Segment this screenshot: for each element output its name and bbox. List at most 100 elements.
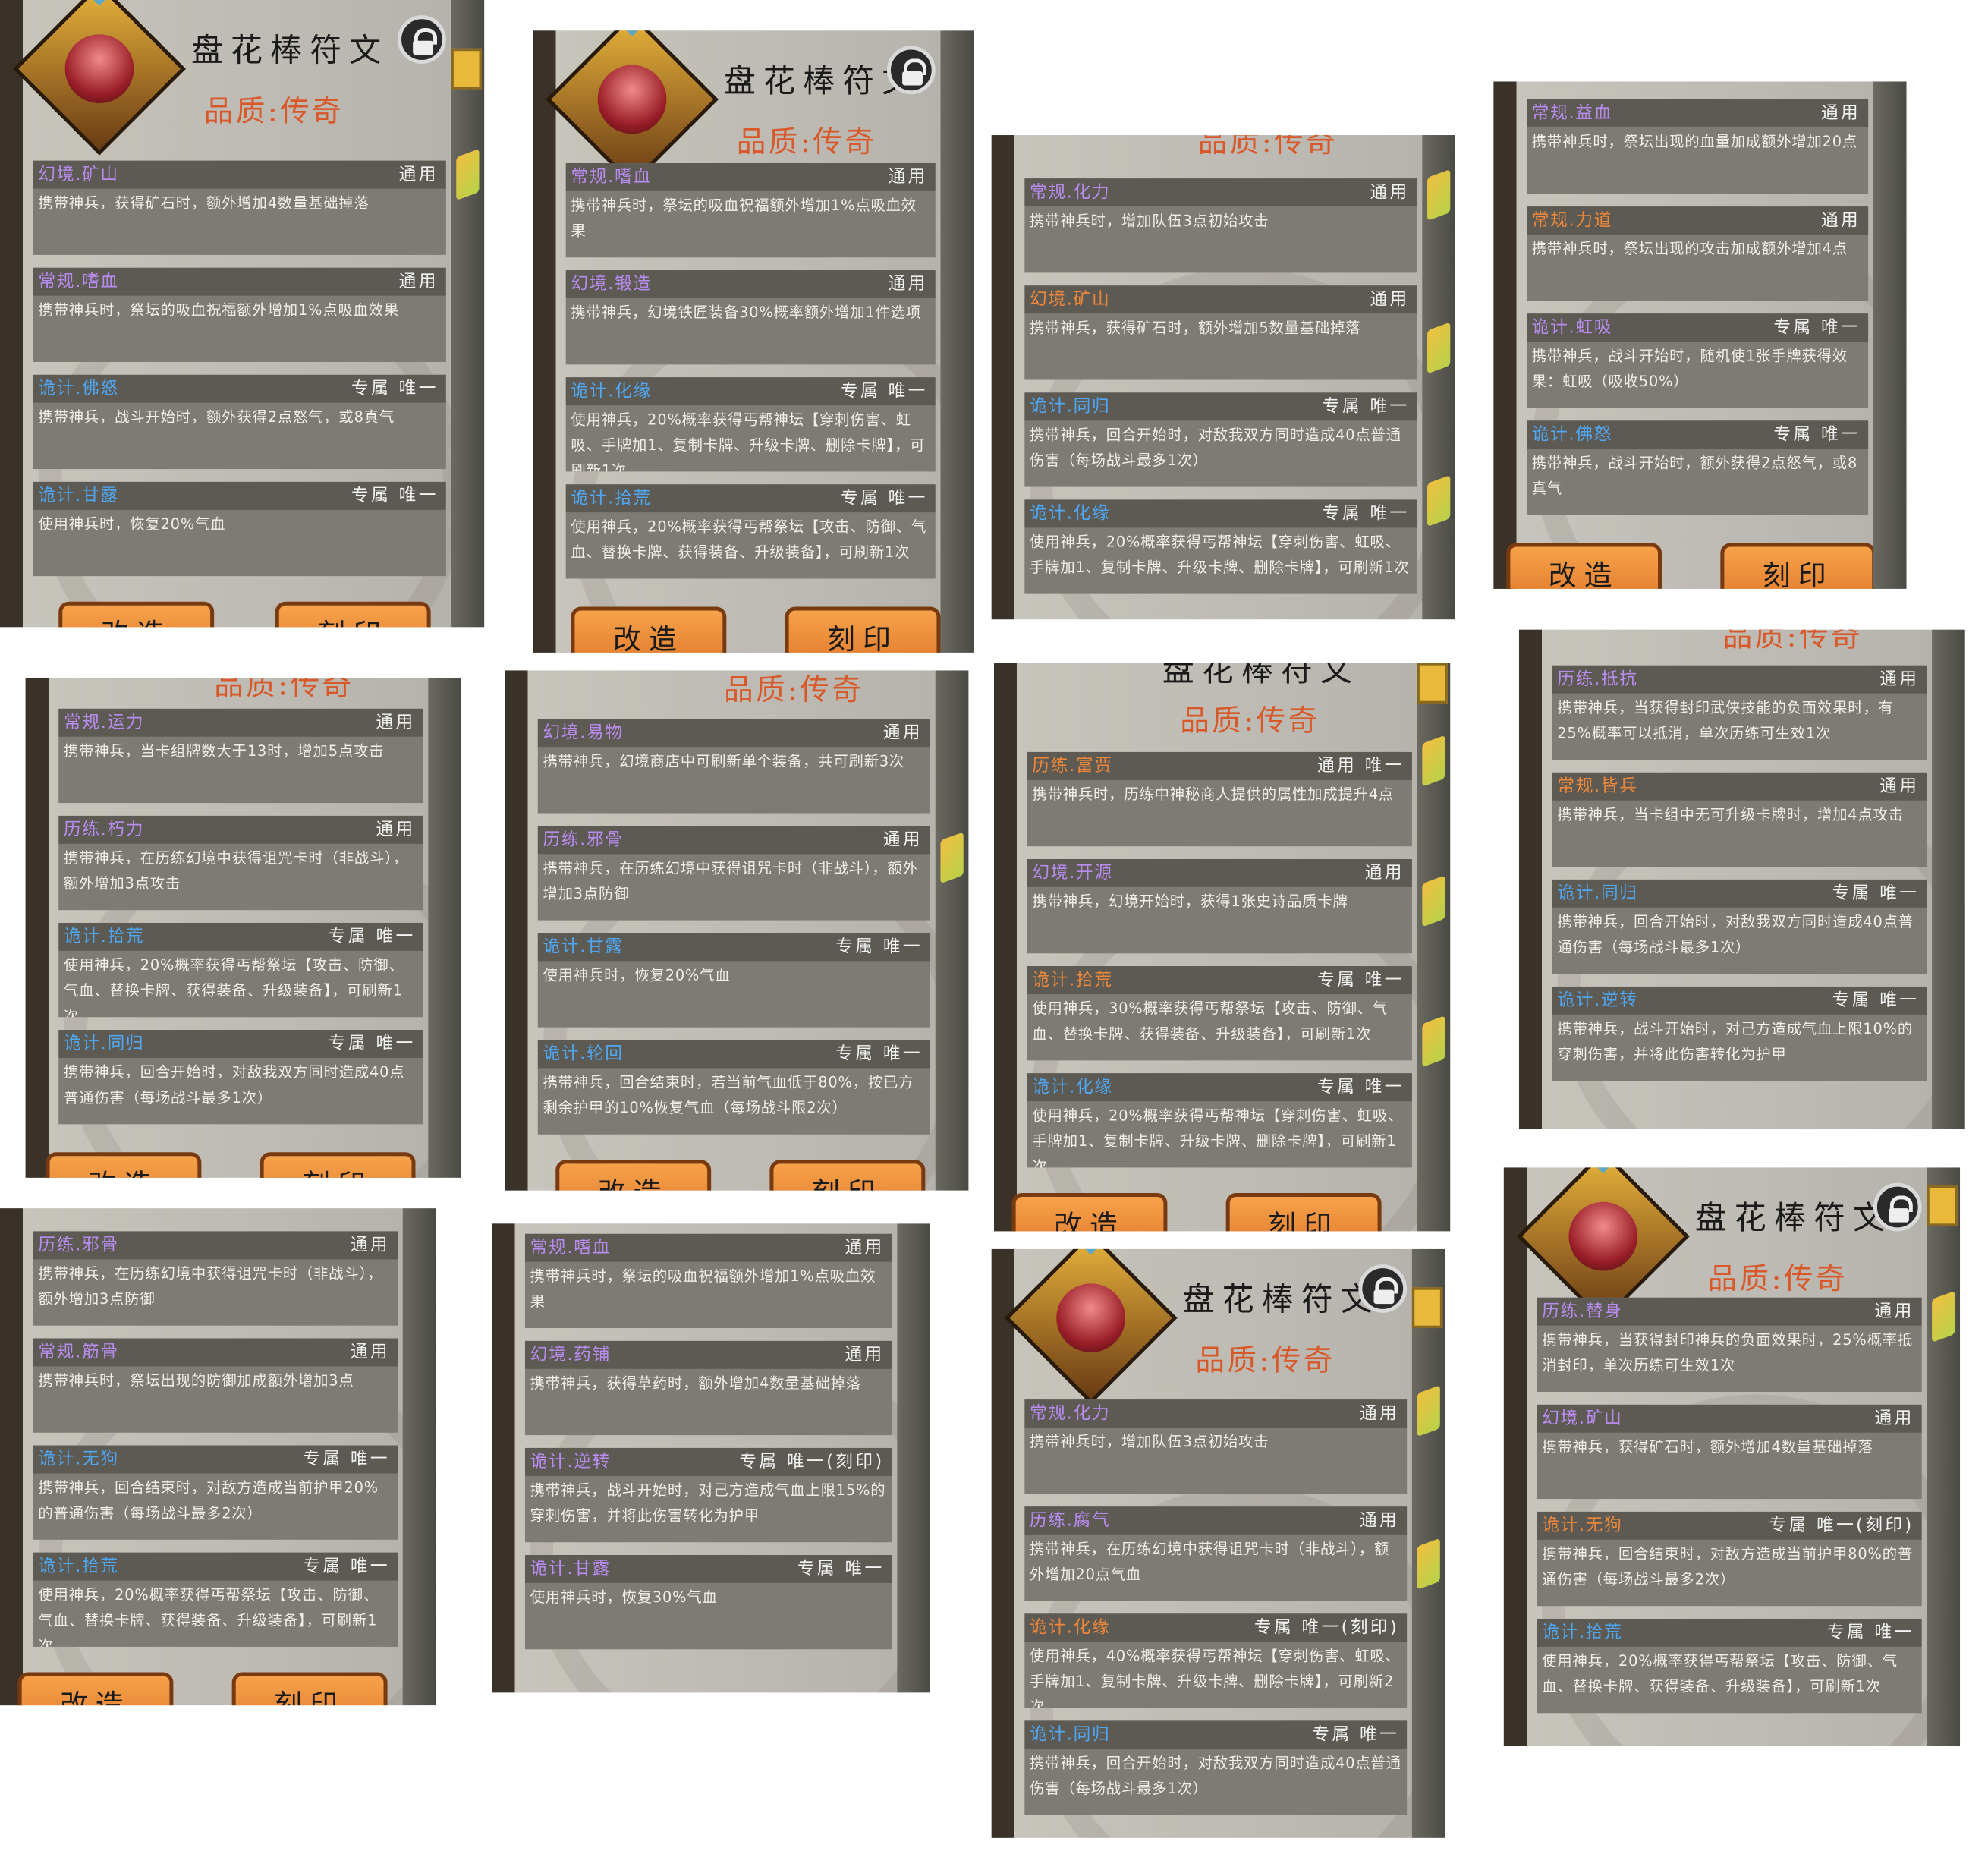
affix-description: 携带神兵时，增加队伍3点初始攻击 — [1030, 1432, 1269, 1451]
affix-description: 携带神兵，获得矿石时，额外增加5数量基础掉落 — [1030, 318, 1361, 337]
rune-title: 盘花棒符文 — [1694, 1199, 1893, 1237]
affix-header: 常规.化力 通用 — [1024, 178, 1417, 207]
affix-tag: 通用 — [1821, 210, 1861, 231]
affix-tag: 通用 — [376, 819, 416, 840]
affix-description: 使用神兵，20%概率获得丐帮神坛【穿刺伤害、虹吸、手牌加1、复制卡牌、升级卡牌、… — [1032, 1106, 1404, 1168]
reforge-button[interactable]: 改造 — [1506, 543, 1662, 589]
affix-description: 携带神兵，战斗开始时，对己方造成气血上限15%的穿刺伤害，并将此伤害转化为护甲 — [530, 1481, 886, 1525]
affix-name: 常规.嗜血 — [571, 167, 652, 187]
affix-name: 历练.替身 — [1542, 1301, 1623, 1322]
affix-name: 诡计.佛怒 — [1531, 424, 1613, 445]
affix-description: 携带神兵时，祭坛出现的攻击加成额外增加4点 — [1531, 239, 1848, 258]
affix-tag: 通用 — [882, 722, 923, 744]
affix-description: 携带神兵，幻境商店中可刷新单个装备，共可刷新3次 — [543, 751, 905, 770]
affix-header: 常规.嗜血 通用 — [524, 1233, 892, 1262]
affix-header: 诡计.拾荒 专属 唯一 — [58, 922, 423, 951]
engrave-button[interactable]: 刻印 — [1720, 543, 1876, 589]
affix-name: 常规.化力 — [1030, 1403, 1111, 1424]
side-gem — [1427, 168, 1451, 222]
affix-description: 携带神兵时，祭坛的吸血祝福额外增加1%点吸血效果 — [38, 301, 400, 319]
affix-tag: 专属 唯一 — [303, 1556, 390, 1577]
affix-header: 常规.嗜血 通用 — [33, 267, 446, 296]
affix-entry: 诡计.甘露 专属 唯一 使用神兵时，恢复30%气血 — [524, 1554, 892, 1650]
affix-tag: 专属 唯一 — [840, 488, 928, 509]
affix-header: 诡计.逆转 专属 唯一(刻印) — [524, 1447, 892, 1476]
reforge-button[interactable]: 改造 — [17, 1672, 174, 1706]
affix-name: 常规.力道 — [1531, 210, 1613, 231]
affix-description: 携带神兵，回合结束时，若当前气血低于80%，按已方剩余护甲的10%恢复气血（每场… — [543, 1073, 914, 1117]
rune-panel-7: 品质:传奇 历练.抵抗 通用 携带神兵，当获得封印武侠技能的负面效果时，有25%概率… — [1518, 629, 1965, 1130]
affix-list: 常规.运力 通用 携带神兵，当卡组牌数大于13时，增加5点攻击历练.朽力 通用携带神兵… — [58, 708, 423, 1137]
affix-name: 诡计.同归 — [1557, 883, 1638, 904]
reforge-button[interactable]: 改造 — [46, 1152, 202, 1178]
affix-entry: 常规.嗜血 通用 携带神兵时，祭坛的吸血祝福额外增加1%点吸血效果 — [524, 1233, 892, 1329]
affix-description: 使用神兵时，恢复20%气血 — [543, 966, 731, 984]
affix-name: 诡计.拾荒 — [38, 1556, 119, 1577]
affix-header: 常规.嗜血 通用 — [565, 162, 936, 191]
affix-header: 历练.邪骨 通用 — [537, 826, 931, 855]
affix-description: 携带神兵，回合开始时，对敌我双方同时造成40点普通伤害（每场战斗最多1次） — [63, 1062, 405, 1107]
affix-entry: 常规.运力 通用 携带神兵，当卡组牌数大于13时，增加5点攻击 — [58, 708, 423, 804]
affix-name: 诡计.无狗 — [1542, 1515, 1623, 1536]
affix-list: 历练.抵抗 通用 携带神兵，当获得封印武侠技能的负面效果时，有25%概率可以抵消，单… — [1552, 665, 1927, 1094]
reforge-button[interactable]: 改造 — [571, 606, 727, 653]
rune-panel-11: 盘花棒符文 品质:传奇 历练.替身 通用 携带神兵，当获得封印神兵的负面效果时，25… — [1503, 1167, 1961, 1746]
affix-tag: 通用 — [1879, 776, 1920, 797]
engrave-button[interactable]: 刻印 — [275, 601, 431, 628]
engrave-button[interactable]: 刻印 — [769, 1160, 926, 1191]
affix-header: 历练.抵抗 通用 — [1552, 665, 1927, 694]
affix-header: 历练.朽力 通用 — [58, 815, 423, 844]
side-gem — [1422, 875, 1445, 927]
affix-header: 诡计.同归 专属 唯一 — [1024, 1720, 1408, 1749]
affix-tag: 专属 唯一 — [835, 1044, 923, 1065]
lock-icon[interactable] — [1873, 1182, 1922, 1232]
affix-entry: 诡计.化缘 专属 唯一 使用神兵，20%概率获得丐帮神坛【穿刺伤害、虹吸、手牌加1、… — [1024, 499, 1417, 594]
engrave-button[interactable]: 刻印 — [260, 1152, 416, 1178]
lock-icon[interactable] — [1358, 1264, 1408, 1313]
rune-title: 盘花棒符文 — [190, 31, 389, 69]
reforge-button[interactable]: 改造 — [58, 601, 215, 628]
affix-tag: 专属 唯一 — [797, 1559, 885, 1579]
engrave-button[interactable]: 刻印 — [231, 1672, 388, 1706]
side-gem — [456, 149, 480, 201]
affix-description: 携带神兵，在历练幻境中获得诅咒卡时（非战斗），额外增加3点攻击 — [63, 848, 408, 892]
side-gem — [1427, 474, 1451, 527]
affix-name: 历练.抵抗 — [1557, 669, 1638, 690]
affix-tag: 通用 — [398, 271, 439, 292]
affix-header: 常规.运力 通用 — [58, 708, 423, 737]
rune-quality: 品质:传奇 — [723, 674, 864, 708]
affix-entry: 诡计.甘露 专属 唯一 使用神兵时，恢复20%气血 — [33, 481, 446, 577]
engrave-button[interactable]: 刻印 — [785, 606, 941, 653]
affix-description: 使用神兵，40%概率获得丐帮神坛【穿刺伤害、虹吸、手牌加1、复制卡牌、升级卡牌、… — [1030, 1646, 1401, 1708]
affix-entry: 常规.力道 通用携带神兵时，祭坛出现的攻击加成额外增加4点 — [1527, 206, 1869, 301]
affix-tag: 通用 — [845, 1237, 885, 1258]
lock-icon[interactable] — [886, 46, 936, 95]
affix-description: 携带神兵，战斗开始时，随机使1张手牌获得效果：虹吸（吸收50%） — [1531, 346, 1848, 390]
lock-icon[interactable] — [398, 15, 446, 64]
side-tab — [1411, 1287, 1443, 1329]
affix-entry: 诡计.拾荒 专属 唯一 使用神兵，20%概率获得丐帮祭坛【攻击、防御、气血、替换卡牌… — [1537, 1618, 1922, 1714]
engrave-button[interactable]: 刻印 — [1225, 1193, 1382, 1232]
affix-description: 携带神兵，获得矿石时，额外增加4数量基础掉落 — [1542, 1437, 1873, 1456]
affix-tag: 通用 — [882, 829, 923, 851]
side-gem — [1427, 322, 1451, 374]
reforge-button[interactable]: 改造 — [555, 1160, 712, 1191]
affix-description: 携带神兵，回合开始时，对敌我双方同时造成40点普通伤害（每场战斗最多1次） — [1030, 425, 1401, 470]
rune-panel-4: 品质:传奇 常规.运力 通用 携带神兵，当卡组牌数大于13时，增加5点攻击 历练.朽力… — [25, 678, 461, 1178]
affix-name: 诡计.拾荒 — [1032, 970, 1113, 990]
reforge-button[interactable]: 改造 — [1011, 1193, 1168, 1232]
affix-tag: 通用 — [888, 167, 928, 187]
screenshot-collage: 盘花棒符文 品质:传奇 幻境.矿山 通用携带神兵，获得矿石时，额外增加4数量基础掉… — [0, 0, 1988, 1851]
affix-entry: 常规.嗜血 通用携带神兵时，祭坛的吸血祝福额外增加1%点吸血效果 — [33, 267, 446, 362]
affix-header: 常规.化力 通用 — [1024, 1399, 1408, 1428]
affix-description: 携带神兵时，祭坛的吸血祝福额外增加1%点吸血效果 — [571, 196, 917, 240]
affix-tag: 通用 — [845, 1344, 885, 1365]
affix-tag: 通用 唯一 — [1317, 755, 1404, 776]
affix-header: 常规.皆兵 通用 — [1552, 772, 1927, 801]
affix-tag: 通用 — [350, 1342, 390, 1363]
affix-description: 使用神兵，20%概率获得丐帮神坛【穿刺伤害、虹吸、手牌加1、复制卡牌、升级卡牌、… — [1030, 533, 1410, 577]
affix-tag: 专属 唯一 — [1832, 883, 1920, 904]
affix-name: 诡计.化缘 — [571, 381, 652, 402]
affix-header: 幻境.矿山 通用 — [1024, 285, 1417, 314]
affix-tag: 专属 唯一 — [1322, 503, 1410, 524]
